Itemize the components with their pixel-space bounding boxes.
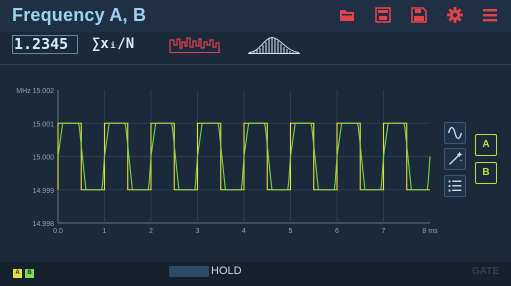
x-tick-label: 2 <box>149 228 153 235</box>
list-icon[interactable] <box>444 175 466 197</box>
folder-icon[interactable] <box>338 6 356 24</box>
x-tick-label: 7 <box>382 228 386 235</box>
y-tick-label: 14.999 <box>33 188 55 195</box>
x-tick-label: 5 <box>289 228 293 235</box>
y-tick-label: 15.000 <box>33 155 55 162</box>
status-bar: A B <box>0 262 511 286</box>
trend-mode-icon[interactable] <box>169 36 221 54</box>
page-title: Frequency A, B <box>12 5 147 25</box>
gear-icon[interactable] <box>446 6 464 24</box>
x-tick-label: 3 <box>196 228 200 235</box>
x-tick-label: 6 <box>335 228 339 235</box>
title-bar: Frequency A, B <box>0 0 511 32</box>
y-tick-label: 14.998 <box>33 221 55 228</box>
channel-b-indicator: B <box>25 269 34 278</box>
sine-wave-icon[interactable] <box>444 122 466 144</box>
histogram-mode-icon[interactable] <box>248 36 300 54</box>
save-icon[interactable] <box>410 6 428 24</box>
x-tick-label: 8 ms <box>422 228 438 235</box>
average-mode-button[interactable]: ∑xᵢ/N <box>92 35 144 54</box>
frequency-chart: MHz 15.002 15.001 15.000 14.999 14.998 0.0 1 2… <box>16 88 438 235</box>
channel-b-button[interactable]: B <box>475 162 497 184</box>
channel-a-button[interactable]: A <box>475 134 497 156</box>
value-mode-button[interactable]: 1.2345 <box>12 35 78 54</box>
y-tick-label: MHz 15.002 <box>16 88 54 95</box>
toolbar-divider <box>0 64 511 65</box>
x-tick-label: 0.0 <box>53 228 63 235</box>
menu-icon[interactable] <box>481 6 499 24</box>
gate-label: GATE <box>472 266 500 277</box>
hold-progress <box>169 266 209 277</box>
magic-wand-icon[interactable] <box>444 148 466 170</box>
hold-label[interactable]: HOLD <box>211 265 242 277</box>
y-tick-label: 15.001 <box>33 121 55 128</box>
x-tick-label: 4 <box>242 228 246 235</box>
channel-a-indicator: A <box>13 269 22 278</box>
x-tick-label: 1 <box>103 228 107 235</box>
save-session-icon[interactable] <box>374 6 392 24</box>
